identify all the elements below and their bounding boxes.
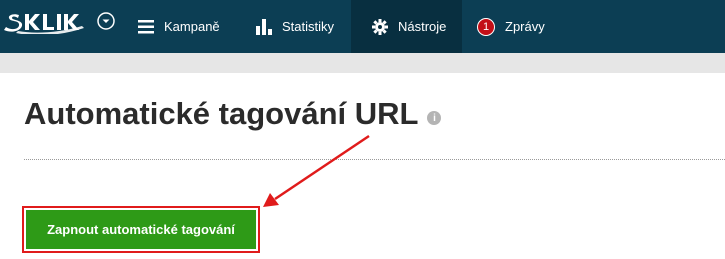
gear-icon: [372, 18, 388, 35]
bar-chart-icon: [256, 18, 272, 35]
page: Kampaně Statistiky Nástroje 1 Zprávy Aut…: [0, 0, 725, 259]
nav-item-statistics[interactable]: Statistiky: [256, 0, 334, 53]
info-icon[interactable]: i: [427, 111, 442, 125]
services-menu-chevron-icon[interactable]: [97, 12, 115, 30]
nav-item-campaigns[interactable]: Kampaně: [138, 0, 220, 53]
nav-item-label: Kampaně: [164, 19, 220, 34]
list-icon: [138, 19, 154, 33]
enable-auto-tagging-button[interactable]: Zapnout automatické tagování: [26, 210, 256, 249]
top-navigation: Kampaně Statistiky Nástroje 1 Zprávy: [0, 0, 725, 53]
subheader-strip: [0, 53, 725, 73]
divider: [24, 159, 725, 160]
nav-item-label: Zprávy: [505, 19, 545, 34]
nav-item-label: Statistiky: [282, 19, 335, 34]
nav-item-tools[interactable]: Nástroje: [351, 0, 462, 53]
sklik-logo[interactable]: [4, 10, 92, 34]
nav-item-messages[interactable]: 1 Zprávy: [477, 0, 545, 53]
page-title-text: Automatické tagování URL: [24, 96, 419, 131]
unread-count-badge: 1: [477, 17, 495, 36]
nav-item-label: Nástroje: [398, 19, 447, 34]
page-title: Automatické tagování URL i: [24, 96, 442, 132]
